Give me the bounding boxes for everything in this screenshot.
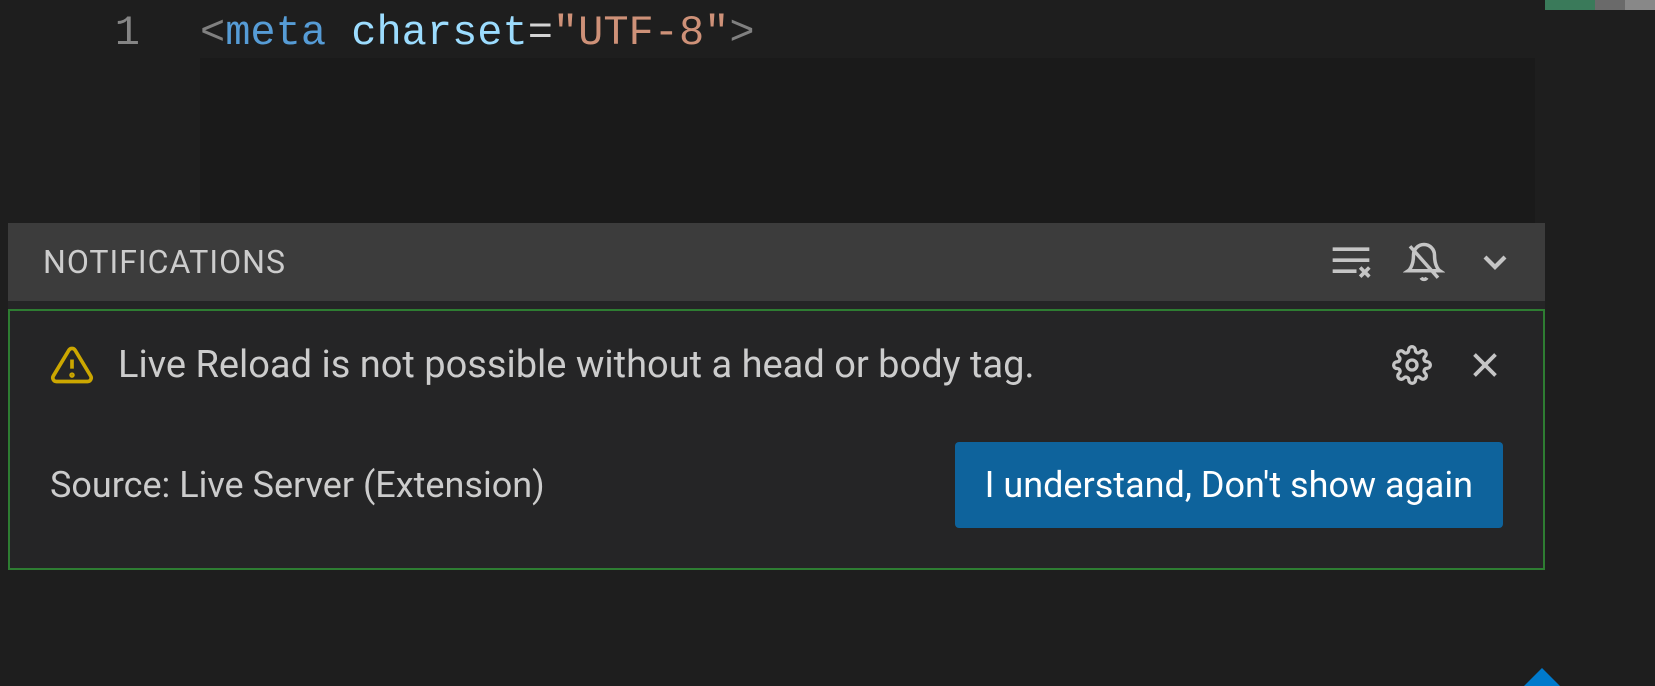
notification-message: Live Reload is not possible without a he… <box>118 343 1035 387</box>
code-line[interactable]: <meta charset="UTF-8"> <box>200 8 755 60</box>
header-actions <box>1329 241 1515 283</box>
editor-background <box>200 58 1535 223</box>
notification-message-row: Live Reload is not possible without a he… <box>50 343 1503 387</box>
notifications-title: NOTIFICATIONS <box>43 243 286 281</box>
minimap-segment <box>1545 0 1595 10</box>
notification-message-group: Live Reload is not possible without a he… <box>50 343 1035 387</box>
open-bracket: < <box>200 9 225 57</box>
equals: = <box>528 9 553 57</box>
notification-item: Live Reload is not possible without a he… <box>8 309 1545 570</box>
attr-value: "UTF-8" <box>553 9 729 57</box>
warning-icon <box>50 343 94 387</box>
mute-bell-icon[interactable] <box>1403 241 1445 283</box>
gear-icon[interactable] <box>1392 345 1432 385</box>
chevron-down-icon[interactable] <box>1475 242 1515 282</box>
close-icon[interactable] <box>1467 347 1503 383</box>
notification-footer-row: Source: Live Server (Extension) I unders… <box>50 442 1503 528</box>
notification-source: Source: Live Server (Extension) <box>50 464 545 506</box>
line-number: 1 <box>0 8 200 60</box>
close-bracket: > <box>729 9 754 57</box>
minimap-segment <box>1595 0 1625 10</box>
tag-name: meta <box>225 9 326 57</box>
notifications-header: NOTIFICATIONS <box>8 223 1545 301</box>
scroll-indicator-icon[interactable] <box>1524 668 1560 686</box>
minimap[interactable] <box>1545 0 1655 10</box>
code-editor[interactable]: 1 <meta charset="UTF-8"> <box>0 0 1655 60</box>
notification-item-actions <box>1392 345 1503 385</box>
minimap-segment <box>1625 0 1655 10</box>
clear-all-icon[interactable] <box>1329 243 1373 281</box>
understand-button[interactable]: I understand, Don't show again <box>955 442 1503 528</box>
attr-name: charset <box>351 9 527 57</box>
notifications-panel: NOTIFICATIONS <box>8 223 1545 570</box>
